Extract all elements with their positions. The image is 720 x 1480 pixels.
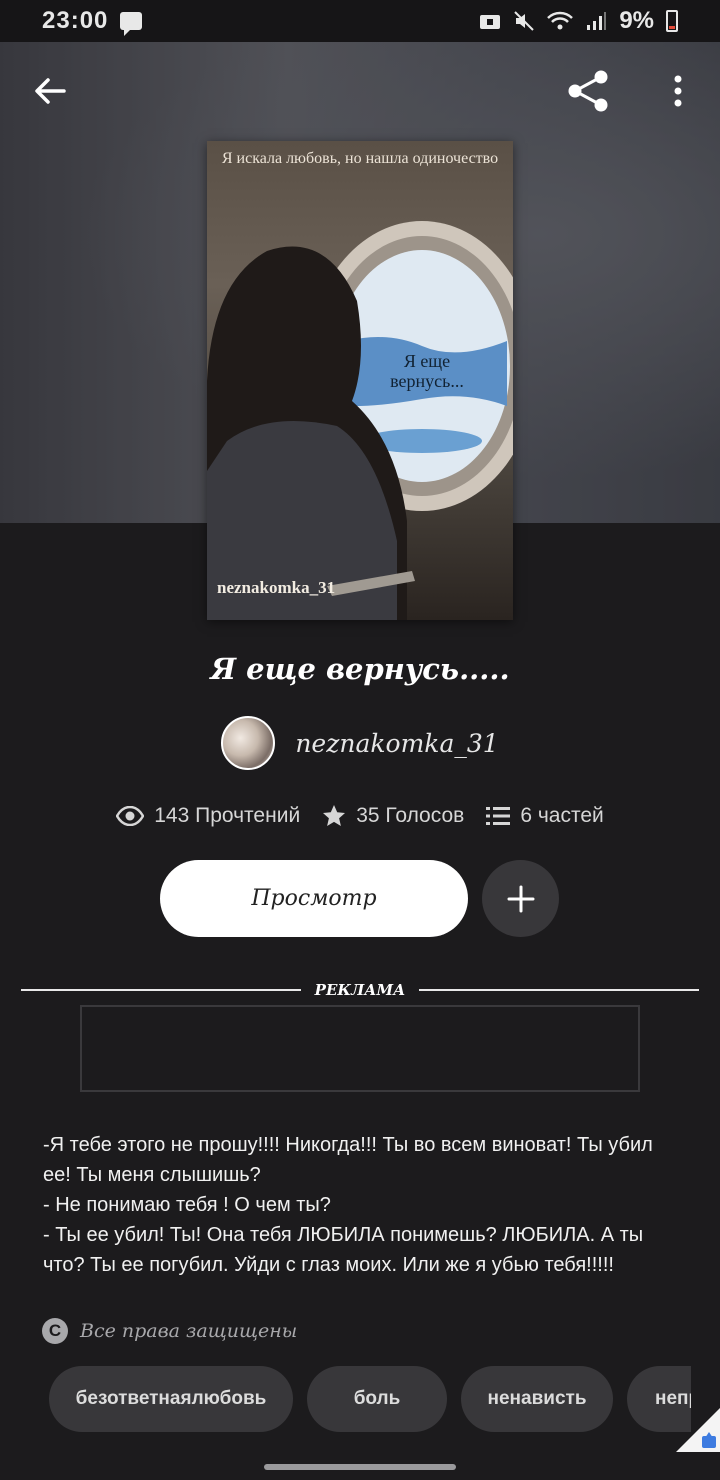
copyright-row: C Все права защищены (42, 1318, 297, 1344)
tag-list: безответнаялюбовь боль ненависть непр (49, 1366, 691, 1432)
avatar[interactable] (221, 716, 276, 770)
arrow-left-icon (35, 78, 66, 104)
tag-chip[interactable]: ненависть (461, 1366, 613, 1432)
message-notification-icon (120, 12, 143, 36)
plus-icon (507, 885, 534, 912)
scroll-top-icon[interactable] (676, 1408, 720, 1452)
divider-line (419, 989, 700, 991)
battery-percent: 9% (619, 7, 654, 34)
divider-line (21, 989, 301, 991)
excerpt-paragraph: - Ты ее убил! Ты! Она тебя ЛЮБИЛА пониме… (43, 1224, 644, 1276)
reads-count: 143 Прочтений (154, 804, 301, 827)
home-indicator[interactable] (264, 1464, 456, 1470)
votes-count: 35 Голосов (356, 804, 465, 827)
tag-chip[interactable]: безответнаялюбовь (49, 1366, 293, 1432)
story-stats: 143 Прочтений 35 Голосов 6 частей (0, 804, 720, 828)
copyright-text: Все права защищены (80, 1320, 298, 1342)
votes-stat: 35 Голосов (322, 804, 464, 828)
signal-icon (587, 12, 607, 30)
cover-author: neznakomka_31 (217, 578, 336, 597)
parts-stat: 6 частей (486, 804, 604, 828)
author-row[interactable]: neznakomka_31 (0, 716, 720, 770)
ad-slot[interactable] (80, 1005, 640, 1092)
ad-label: РЕКЛАМА (314, 981, 406, 999)
folder-lock-icon (480, 15, 501, 29)
story-excerpt: -Я тебе этого не прошу!!!! Никогда!!! Ты… (43, 1130, 683, 1280)
share-button[interactable] (560, 66, 616, 116)
story-title: Я еще вернусь..... (210, 652, 510, 686)
view-button[interactable]: Просмотр (160, 860, 468, 937)
book-cover[interactable]: Я искала любовь, но нашла одиночество Я … (207, 141, 513, 620)
reads-stat: 143 Прочтений (116, 804, 300, 828)
list-icon (486, 807, 511, 825)
excerpt-paragraph: -Я тебе этого не прошу!!!! Никогда!!! Ты… (43, 1134, 653, 1186)
eye-icon (116, 806, 145, 826)
tag-chip[interactable]: боль (307, 1366, 447, 1432)
parts-count: 6 частей (520, 804, 604, 827)
more-options-button[interactable] (656, 66, 700, 116)
copyright-icon: C (42, 1318, 68, 1344)
author-name[interactable]: neznakomka_31 (295, 729, 498, 758)
ad-divider: РЕКЛАМА (21, 975, 700, 1005)
star-icon (323, 805, 346, 826)
battery-icon (666, 10, 678, 32)
more-vertical-icon (674, 75, 682, 107)
status-indicators: 9% (479, 7, 678, 35)
mute-icon (514, 11, 535, 31)
status-bar: 23:00 9% (0, 0, 720, 42)
excerpt-paragraph: - Не понимаю тебя ! О чем ты? (43, 1194, 331, 1216)
share-icon (568, 70, 608, 112)
cover-window-text: Я еще вернусь... (390, 351, 464, 391)
back-button[interactable] (22, 66, 78, 116)
status-time: 23:00 (42, 7, 109, 34)
add-to-library-button[interactable] (482, 860, 559, 937)
wifi-icon (547, 11, 574, 30)
